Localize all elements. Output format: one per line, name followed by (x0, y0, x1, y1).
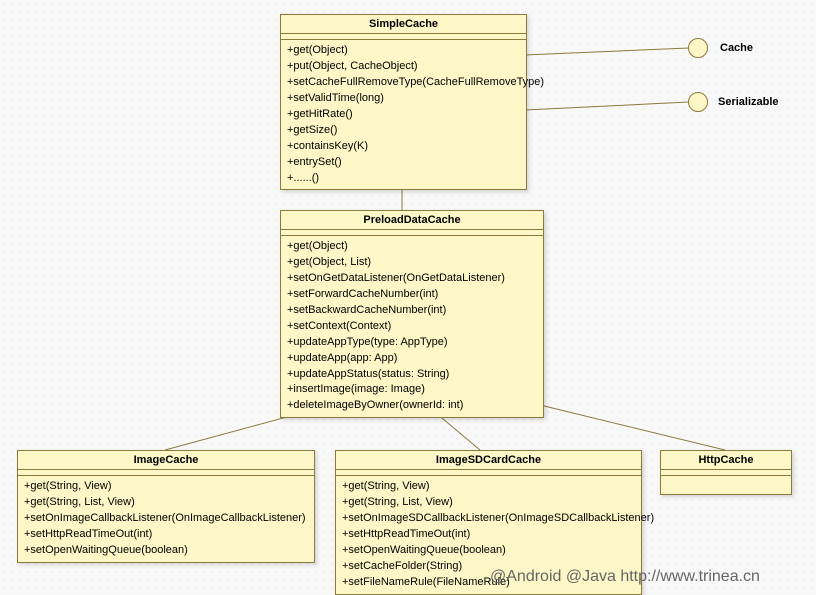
class-preloaddatacache: PreloadDataCache +get(Object) +get(Objec… (280, 210, 544, 418)
class-title: ImageSDCardCache (336, 451, 641, 470)
class-httpcache: HttpCache (660, 450, 792, 495)
class-title: HttpCache (661, 451, 791, 470)
watermark-text: @Android @Java http://www.trinea.cn (490, 568, 760, 586)
interface-cache-circle (688, 38, 708, 58)
class-title: PreloadDataCache (281, 211, 543, 230)
interface-cache-label: Cache (720, 42, 753, 54)
class-methods (661, 476, 791, 494)
class-methods: +get(Object) +get(Object, List) +setOnGe… (281, 236, 543, 417)
interface-serializable-circle (688, 92, 708, 112)
class-simplecache: SimpleCache +get(Object) +put(Object, Ca… (280, 14, 527, 190)
class-methods: +get(Object) +put(Object, CacheObject) +… (281, 40, 526, 189)
class-title: SimpleCache (281, 15, 526, 34)
interface-serializable-label: Serializable (718, 96, 779, 108)
class-methods: +get(String, View) +get(String, List, Vi… (18, 476, 314, 562)
class-title: ImageCache (18, 451, 314, 470)
class-imagecache: ImageCache +get(String, View) +get(Strin… (17, 450, 315, 563)
